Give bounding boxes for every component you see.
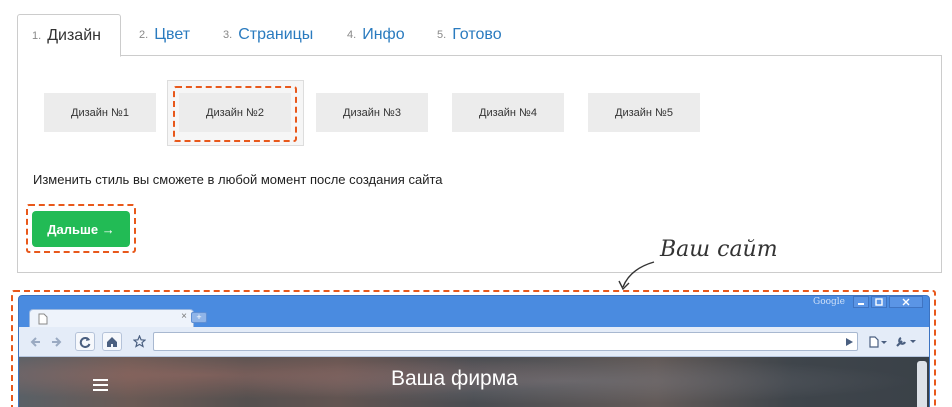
maximize-icon[interactable] [871, 296, 887, 308]
tab-label: Цвет [154, 26, 191, 43]
bookmark-star-icon[interactable] [129, 332, 149, 351]
hamburger-menu-icon[interactable] [93, 379, 108, 394]
tab-label: Готово [452, 26, 502, 43]
tab-info[interactable]: 4. Инфо [333, 14, 419, 56]
annotation-label: Ваш сайт [660, 237, 778, 262]
tab-number: 5. [437, 29, 447, 41]
design-panel: Дизайн №1 Дизайн №2 Дизайн №3 Дизайн №4 … [17, 56, 942, 273]
tab-label: Инфо [362, 26, 405, 43]
minimize-icon[interactable] [853, 296, 869, 308]
tab-number: 1. [32, 29, 42, 42]
tab-close-icon[interactable]: × [181, 311, 187, 322]
forward-arrow-icon[interactable] [46, 332, 66, 351]
back-arrow-icon[interactable] [26, 332, 46, 351]
tab-pages[interactable]: 3. Страницы [209, 14, 327, 56]
wrench-menu-icon[interactable] [893, 332, 919, 351]
site-preview-browser: Google × + Ваша фирма [18, 295, 930, 407]
tab-done[interactable]: 5. Готово [423, 14, 516, 56]
hint-text: Изменить стиль вы сможете в любой момент… [33, 172, 443, 187]
page-menu-icon[interactable] [866, 332, 890, 351]
browser-toolbar [19, 327, 929, 357]
close-window-icon[interactable] [889, 296, 923, 308]
tab-color[interactable]: 2. Цвет [125, 14, 204, 56]
tab-label: Страницы [238, 26, 314, 43]
highlight-selected-design [173, 86, 297, 142]
tab-label: Дизайн [47, 26, 101, 44]
reload-icon[interactable] [75, 332, 95, 351]
address-bar[interactable] [153, 332, 858, 351]
go-arrow-icon[interactable] [839, 332, 859, 351]
site-title: Ваша фирма [391, 367, 518, 390]
highlight-next-button [26, 204, 136, 253]
new-tab-button[interactable]: + [191, 312, 207, 323]
scrollbar[interactable] [917, 361, 927, 407]
page-icon [38, 313, 48, 325]
tab-design[interactable]: 1. Дизайн [17, 14, 121, 57]
browser-tab-strip: × + [19, 309, 929, 327]
design-option-5[interactable]: Дизайн №5 [588, 93, 700, 132]
design-option-4[interactable]: Дизайн №4 [452, 93, 564, 132]
tab-number: 4. [347, 29, 357, 41]
design-option-3[interactable]: Дизайн №3 [316, 93, 428, 132]
home-icon[interactable] [102, 332, 122, 351]
browser-brand: Google [813, 297, 845, 307]
tab-number: 3. [223, 29, 233, 41]
site-preview-viewport: Ваша фирма [19, 357, 929, 407]
browser-titlebar: Google [19, 296, 929, 310]
design-option-1[interactable]: Дизайн №1 [44, 93, 156, 132]
tab-number: 2. [139, 29, 149, 41]
wizard-tabs: 1. Дизайн 2. Цвет 3. Страницы 4. Инфо 5.… [17, 14, 942, 57]
browser-tab[interactable]: × [29, 309, 194, 327]
